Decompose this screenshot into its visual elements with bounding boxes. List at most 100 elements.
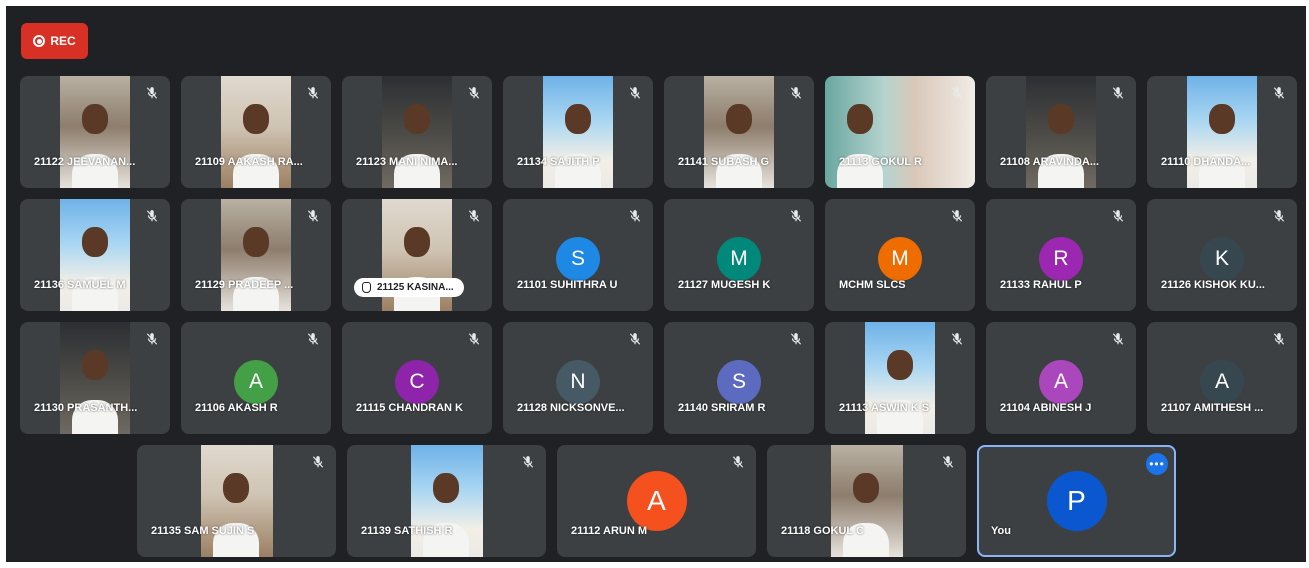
participant-row: 21130 PRASANTH... A 21106 AKASH R C 21115 CH… [20,322,1297,434]
mic-off-icon [730,455,746,471]
mic-off-icon [1271,332,1287,348]
participant-tile[interactable]: A 21107 AMITHESH ... [1147,322,1297,434]
participant-face [565,104,591,134]
participant-name: 21110 DHANDA... [1161,156,1251,168]
participant-face [853,473,879,503]
participant-row: 21122 JEEVANAN... 21109 AAKASH RA... 21123… [20,76,1297,188]
participant-video [865,322,935,434]
participant-face [82,350,108,380]
participant-tile[interactable]: 21125 KASINA... [342,199,492,311]
mic-off-icon [627,332,643,348]
participant-tile[interactable]: A 21106 AKASH R [181,322,331,434]
participant-tile[interactable]: 21135 SAM SUJIN S [137,445,336,557]
participant-name-pill[interactable]: 21125 KASINA... [354,278,464,297]
participant-face [847,104,873,134]
participant-avatar: R [1039,237,1083,281]
mic-off-icon [788,86,804,102]
participant-name: 21112 ARUN M [571,525,648,537]
participant-avatar: N [556,360,600,404]
mic-off-icon [144,86,160,102]
participant-name: 21104 ABINESH J [1000,402,1092,414]
participant-tile[interactable]: 21108 ARAVINDA... [986,76,1136,188]
mic-off-icon [466,332,482,348]
participant-tile[interactable]: 21136 SAMUEL M [20,199,170,311]
participant-name: 21128 NICKSONVE... [517,402,625,414]
participant-tile[interactable]: M MCHM SLCS [825,199,975,311]
participant-name: 21139 SATHISH R [361,525,453,537]
mic-off-icon [466,209,482,225]
participant-video [201,445,273,557]
participant-name: 21123 MANI NIMA... [356,156,458,168]
participant-name: 21127 MUGESH K [678,279,771,291]
mic-off-icon [1110,209,1126,225]
participant-name: 21118 GOKUL C [781,525,864,537]
participant-video [60,322,130,434]
participant-tile[interactable]: 21122 JEEVANAN... [20,76,170,188]
participant-name: 21134 SAJITH P [517,156,600,168]
participant-name: 21113 ASWIN K S [839,402,930,414]
participant-name: 21133 RAHUL P [1000,279,1082,291]
mic-off-icon [1271,86,1287,102]
more-options-icon[interactable]: ••• [1146,453,1168,475]
participant-tile[interactable]: 21123 MANI NIMA... [342,76,492,188]
participant-tile[interactable]: R 21133 RAHUL P [986,199,1136,311]
participant-tile[interactable]: 21139 SATHISH R [347,445,546,557]
mic-off-icon [788,332,804,348]
participant-video [60,76,130,188]
mic-off-icon [466,86,482,102]
participant-avatar: A [234,360,278,404]
participant-tile[interactable]: 21113 ASWIN K S [825,322,975,434]
participant-tile[interactable]: 21113 GOKUL R [825,76,975,188]
mic-off-icon [144,332,160,348]
participant-avatar: C [395,360,439,404]
recording-badge[interactable]: REC [21,23,88,59]
participant-tile[interactable]: 21130 PRASANTH... [20,322,170,434]
participant-video [221,76,291,188]
participant-name: 21125 KASINA... [377,282,454,293]
mic-off-icon [305,332,321,348]
participant-tile[interactable]: M 21127 MUGESH K [664,199,814,311]
mic-off-icon [1110,86,1126,102]
participant-tile[interactable]: N 21128 NICKSONVE... [503,322,653,434]
participant-video [704,76,774,188]
participant-tile[interactable]: 21109 AAKASH RA... [181,76,331,188]
mic-off-icon [627,86,643,102]
mic-off-icon [627,209,643,225]
participant-tile[interactable]: 21118 GOKUL C [767,445,966,557]
participant-avatar: S [717,360,761,404]
participant-face [243,104,269,134]
participant-tile[interactable]: C 21115 CHANDRAN K [342,322,492,434]
participant-tile[interactable]: 21134 SAJITH P [503,76,653,188]
participant-name: 21113 GOKUL R [839,156,922,168]
meeting-stage: REC 21122 JEEVANAN... 21109 AAKASH RA... 2… [6,6,1306,562]
participant-name: 21101 SUHITHRA U [517,279,618,291]
self-tile[interactable]: P ••• You [977,445,1176,557]
participant-video [221,199,291,311]
participant-video [60,199,130,311]
participant-tile[interactable]: K 21126 KISHOK KU... [1147,199,1297,311]
participant-face [82,227,108,257]
participant-video [831,445,903,557]
participant-video [382,76,452,188]
record-icon [33,35,46,47]
participant-tile[interactable]: 21110 DHANDA... [1147,76,1297,188]
participant-name: 21135 SAM SUJIN S [151,525,255,537]
participant-avatar: M [717,237,761,281]
participant-tile[interactable]: S 21140 SRIRAM R [664,322,814,434]
participant-name: 21129 PRADEEP ... [195,279,294,291]
participant-tile[interactable]: 21129 PRADEEP ... [181,199,331,311]
participant-face [726,104,752,134]
participant-face [404,227,430,257]
participant-name: 21136 SAMUEL M [34,279,126,291]
participant-video [1187,76,1257,188]
participant-tile[interactable]: A 21112 ARUN M [557,445,756,557]
participant-name: 21108 ARAVINDA... [1000,156,1100,168]
participant-tile[interactable]: S 21101 SUHITHRA U [503,199,653,311]
participant-name: 21107 AMITHESH ... [1161,402,1264,414]
participant-tile[interactable]: A 21104 ABINESH J [986,322,1136,434]
participant-video [543,76,613,188]
participant-name: 21130 PRASANTH... [34,402,138,414]
participant-row: 21135 SAM SUJIN S 21139 SATHISH R A 21112 A… [20,445,1297,557]
participant-name: 21140 SRIRAM R [678,402,766,414]
participant-tile[interactable]: 21141 SUBASH G [664,76,814,188]
